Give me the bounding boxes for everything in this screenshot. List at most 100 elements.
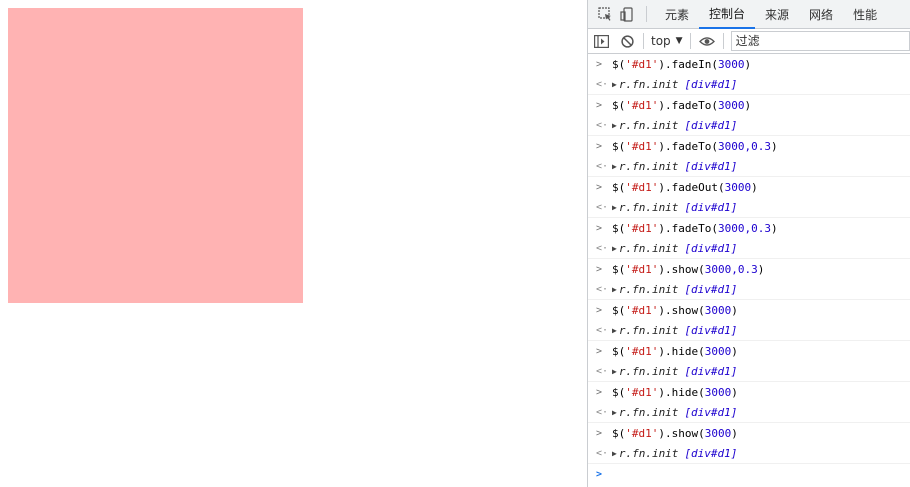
command-dot: ). [658, 57, 672, 71]
command-prefix: $( [612, 303, 626, 317]
paren-close: ) [731, 385, 738, 399]
command-args: 3000 [704, 426, 732, 440]
console-result-line[interactable]: <· ▶ r.fn.init [div#d1] [588, 443, 910, 463]
paren-close: ) [731, 426, 738, 440]
console-result-line[interactable]: <· ▶ r.fn.init [div#d1] [588, 402, 910, 422]
console-result-line[interactable]: <· ▶ r.fn.init [div#d1] [588, 156, 910, 176]
console-toolbar: top ▼ [588, 29, 910, 54]
paren-close: ) [744, 98, 752, 112]
inspect-element-icon[interactable] [594, 0, 616, 28]
return-arrow-icon: <· [596, 160, 609, 172]
tab-2[interactable]: 来源 [755, 0, 799, 28]
expand-triangle-icon[interactable]: ▶ [612, 367, 617, 376]
command-method: show [671, 303, 699, 317]
console-input-line: > $('#d1'). fadeTo(3000,0.3) [588, 218, 910, 238]
device-toggle-icon[interactable] [616, 0, 638, 28]
return-arrow-icon: <· [596, 324, 609, 336]
paren-close: ) [731, 303, 738, 317]
console-filter-input[interactable] [730, 31, 910, 51]
command-dot: ). [658, 139, 672, 153]
expand-triangle-icon[interactable]: ▶ [612, 80, 617, 89]
command-method: fadeTo [671, 139, 712, 153]
command-prefix: $( [612, 139, 626, 153]
console-entry: > $('#d1'). fadeIn(3000) <· ▶ r.fn.init [div#d… [588, 54, 910, 95]
paren-close: ) [770, 139, 778, 153]
paren-open: ( [698, 426, 705, 440]
command-method: show [671, 262, 699, 276]
console-entry: > $('#d1'). fadeTo(3000) <· ▶ r.fn.init [div#d… [588, 95, 910, 136]
expand-triangle-icon[interactable]: ▶ [612, 326, 617, 335]
paren-open: ( [717, 180, 725, 194]
console-input-line: > $('#d1'). show(3000) [588, 423, 910, 443]
result-object-tag: [div#d1] [684, 118, 738, 132]
command-prefix: $( [612, 180, 626, 194]
input-chevron-icon: > [596, 181, 603, 193]
command-selector: '#d1' [625, 98, 659, 112]
console-result-line[interactable]: <· ▶ r.fn.init [div#d1] [588, 74, 910, 94]
paren-open: ( [698, 344, 705, 358]
paren-open: ( [711, 221, 718, 235]
console-prompt[interactable]: > [588, 464, 910, 484]
input-chevron-icon: > [596, 345, 603, 357]
console-entry: > $('#d1'). show(3000,0.3) <· ▶ r.fn.init [div… [588, 259, 910, 300]
input-chevron-icon: > [596, 304, 603, 316]
clear-console-icon[interactable] [614, 29, 640, 53]
console-result-line[interactable]: <· ▶ r.fn.init [div#d1] [588, 361, 910, 381]
result-object-label: r.fn.init [618, 241, 679, 255]
live-expression-eye-icon[interactable] [694, 29, 720, 53]
command-args: 3000,0.3 [704, 262, 758, 276]
tab-1[interactable]: 控制台 [699, 0, 756, 29]
sidebar-toggle-icon[interactable] [588, 29, 614, 53]
tab-0[interactable]: 元素 [655, 0, 699, 28]
command-method: fadeIn [671, 57, 712, 71]
result-object-label: r.fn.init [618, 118, 679, 132]
console-result-line[interactable]: <· ▶ r.fn.init [div#d1] [588, 238, 910, 258]
console-result-line[interactable]: <· ▶ r.fn.init [div#d1] [588, 115, 910, 135]
input-chevron-icon: > [596, 58, 603, 70]
input-chevron-icon: > [596, 140, 603, 152]
return-arrow-icon: <· [596, 119, 609, 131]
command-selector: '#d1' [625, 180, 659, 194]
result-object-tag: [div#d1] [684, 282, 738, 296]
result-object-tag: [div#d1] [684, 446, 738, 460]
expand-triangle-icon[interactable]: ▶ [612, 244, 617, 253]
input-chevron-icon: > [596, 386, 603, 398]
console-entry: > $('#d1'). show(3000) <· ▶ r.fn.init [div#d1] [588, 423, 910, 464]
expand-triangle-icon[interactable]: ▶ [612, 203, 617, 212]
command-prefix: $( [612, 344, 626, 358]
expand-triangle-icon[interactable]: ▶ [612, 121, 617, 130]
expand-triangle-icon[interactable]: ▶ [612, 162, 617, 171]
command-selector: '#d1' [625, 139, 659, 153]
expand-triangle-icon[interactable]: ▶ [612, 285, 617, 294]
console-entry: > $('#d1'). fadeTo(3000,0.3) <· ▶ r.fn.init [d… [588, 218, 910, 259]
result-object-label: r.fn.init [618, 282, 679, 296]
input-chevron-icon: > [596, 222, 603, 234]
command-prefix: $( [612, 385, 626, 399]
expand-triangle-icon[interactable]: ▶ [612, 449, 617, 458]
command-selector: '#d1' [625, 385, 659, 399]
command-dot: ). [658, 221, 672, 235]
return-arrow-icon: <· [596, 201, 609, 213]
context-selector[interactable]: top ▼ [647, 34, 687, 48]
tab-3[interactable]: 网络 [799, 0, 843, 28]
console-result-line[interactable]: <· ▶ r.fn.init [div#d1] [588, 279, 910, 299]
command-args: 3000 [718, 98, 745, 112]
console-result-line[interactable]: <· ▶ r.fn.init [div#d1] [588, 320, 910, 340]
console-input-line: > $('#d1'). fadeTo(3000,0.3) [588, 136, 910, 156]
console-input-line: > $('#d1'). fadeOut(3000) [588, 177, 910, 197]
command-args: 3000 [718, 57, 745, 71]
paren-close: ) [731, 344, 738, 358]
command-selector: '#d1' [625, 426, 659, 440]
prompt-chevron-icon: > [596, 468, 603, 480]
input-chevron-icon: > [596, 263, 603, 275]
expand-triangle-icon[interactable]: ▶ [612, 408, 617, 417]
console-result-line[interactable]: <· ▶ r.fn.init [div#d1] [588, 197, 910, 217]
command-args: 3000 [704, 344, 732, 358]
tab-4[interactable]: 性能 [843, 0, 887, 28]
result-object-tag: [div#d1] [684, 241, 738, 255]
result-object-label: r.fn.init [618, 77, 679, 91]
command-dot: ). [658, 385, 672, 399]
console-input-line: > $('#d1'). hide(3000) [588, 382, 910, 402]
command-args: 3000 [704, 303, 732, 317]
command-dot: ). [658, 180, 672, 194]
